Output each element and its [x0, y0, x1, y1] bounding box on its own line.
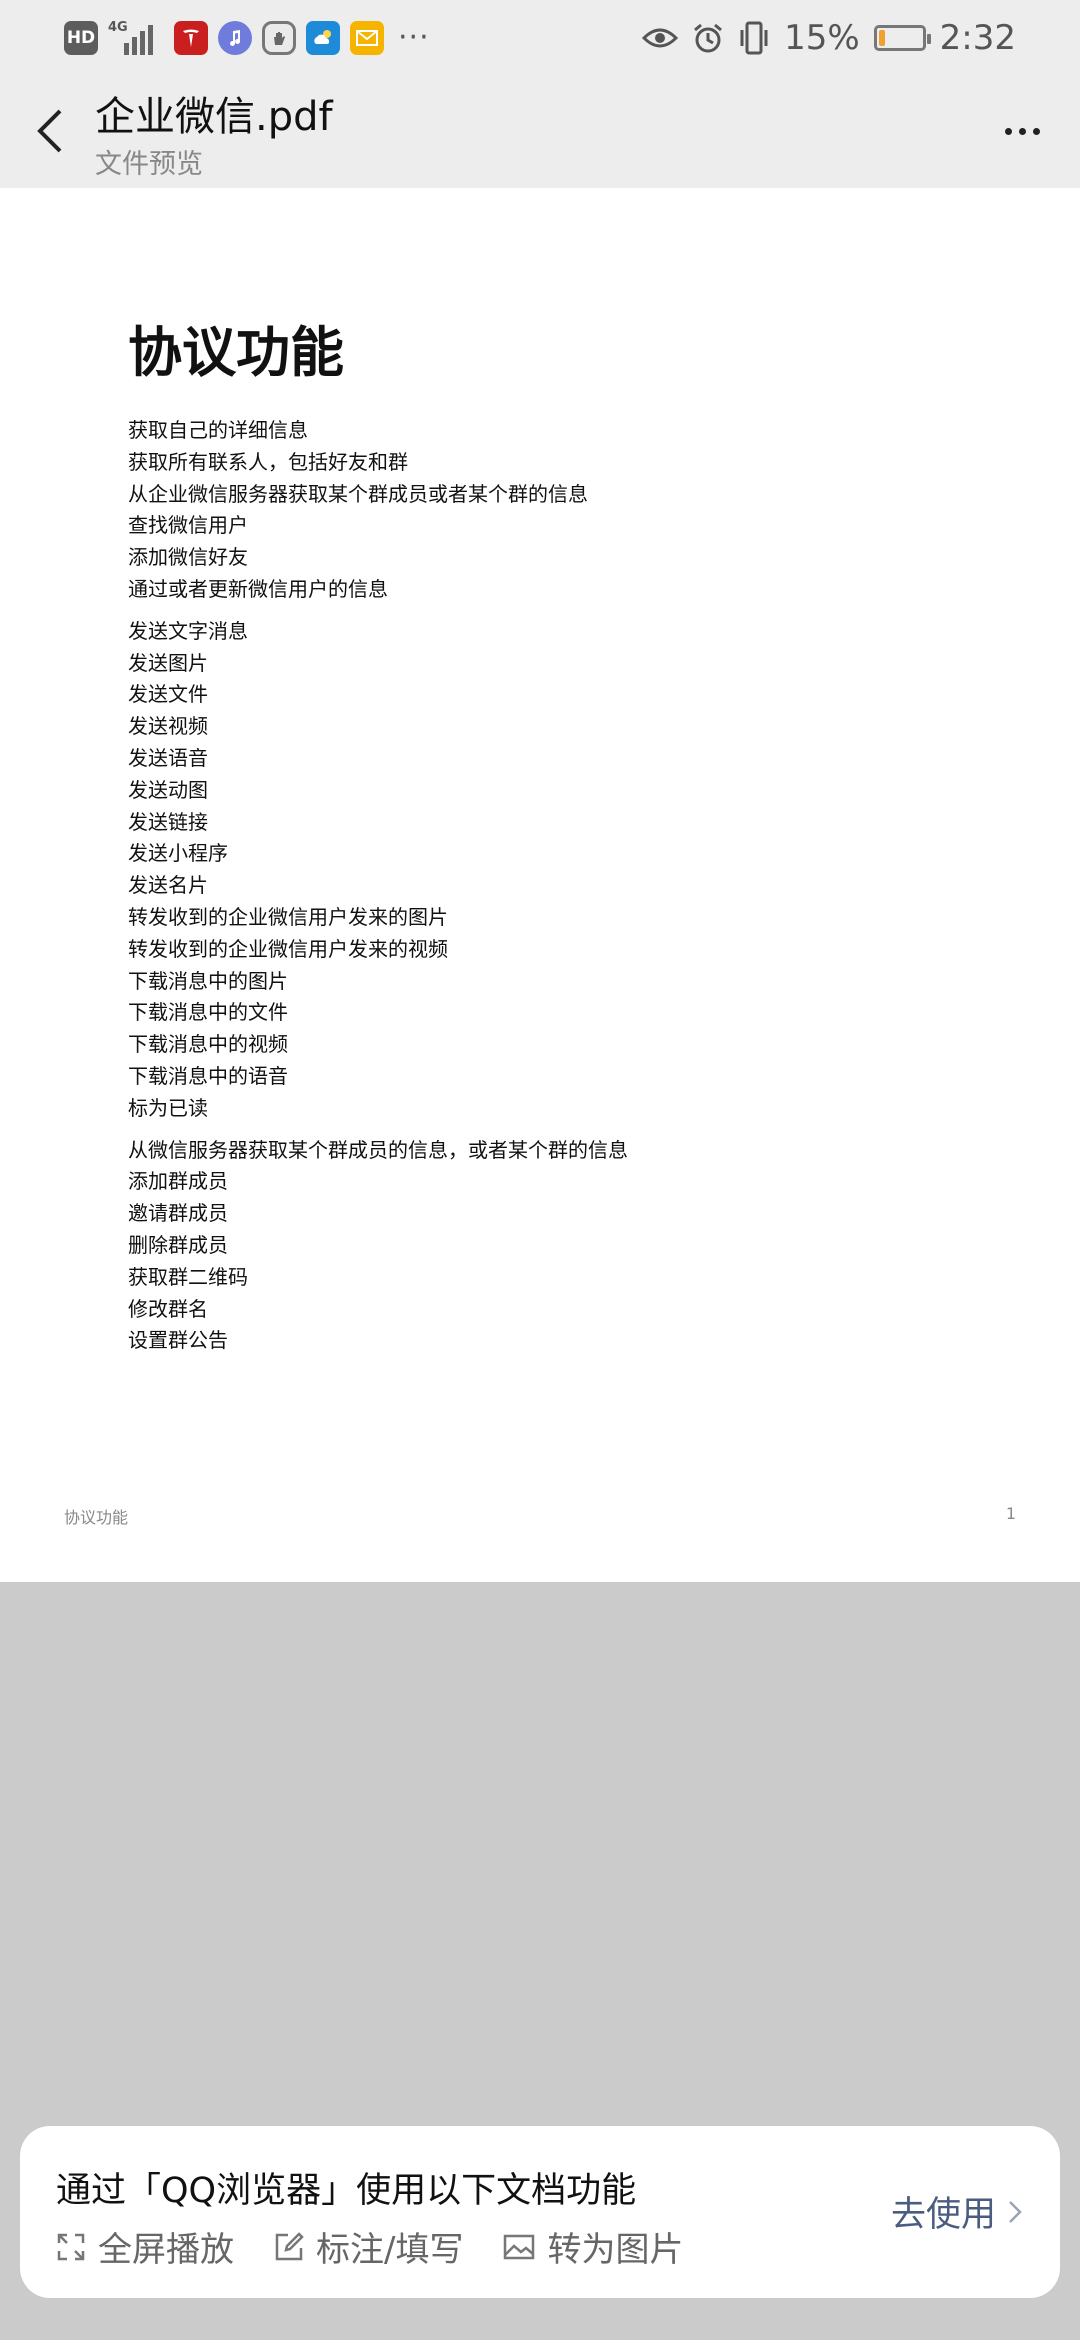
- document-section: 发送文字消息 发送图片发送文件发送视频发送语音发送动图发送链接发送小程序发送名片转…: [128, 616, 1028, 1125]
- document-line: 下载消息中的语音: [128, 1063, 288, 1088]
- document-line: 标为已读: [128, 1095, 208, 1120]
- annotate-action[interactable]: 标注/填写: [274, 2222, 463, 2271]
- hand-app-icon: [262, 21, 296, 55]
- clock: 2:32: [939, 18, 1016, 58]
- status-bar-notifications: HD 4G ···: [64, 18, 430, 58]
- battery-percent: 15%: [784, 18, 860, 58]
- document-line: 下载消息中的文件: [128, 1000, 288, 1025]
- document-line: 发送图片: [128, 650, 208, 675]
- network-type-label: 4G: [108, 20, 128, 35]
- document-line: 发送动图: [128, 777, 208, 802]
- document-body: 获取自己的详细信息获取所有联系人，包括好友和群从企业微信服务器获取某个群成员或者…: [128, 415, 1028, 1367]
- document-line: 查找微信用户: [128, 513, 248, 538]
- page-subtitle: 文件预览: [95, 149, 203, 180]
- document-line: 获取所有联系人，包括好友和群: [128, 449, 408, 474]
- edit-icon: [275, 2231, 304, 2260]
- fullscreen-icon: [57, 2233, 85, 2260]
- document-line: 获取群二维码: [128, 1264, 248, 1289]
- document-section: 获取自己的详细信息获取所有联系人，包括好友和群从企业微信服务器获取某个群成员或者…: [128, 415, 1028, 606]
- go-use-button[interactable]: 去使用: [891, 2186, 1022, 2237]
- document-line: 发送链接: [128, 809, 208, 834]
- fullscreen-action[interactable]: 全屏播放: [56, 2222, 234, 2271]
- document-line: 添加微信好友: [128, 545, 248, 570]
- document-line: 通过或者更新微信用户的信息: [128, 576, 388, 601]
- go-use-label: 去使用: [890, 2195, 996, 2235]
- document-line: 发送文件: [128, 682, 208, 707]
- more-options-button[interactable]: [992, 106, 1052, 156]
- document-line: 发送语音: [128, 745, 208, 770]
- document-line: 邀请群成员: [128, 1201, 228, 1226]
- weather-app-icon: [306, 21, 340, 55]
- document-line: 下载消息中的图片: [128, 968, 288, 993]
- chevron-right-icon: [1009, 2200, 1022, 2223]
- promo-title: 通过「QQ浏览器」使用以下文档功能: [56, 2171, 637, 2211]
- annotate-label: 标注/填写: [316, 2230, 464, 2270]
- document-heading: 协议功能: [128, 321, 344, 384]
- tesla-app-icon: [174, 21, 208, 55]
- more-dots-icon: [1004, 127, 1012, 135]
- document-line: 设置群公告: [128, 1328, 228, 1353]
- document-line: 添加群成员: [128, 1169, 228, 1194]
- status-bar: HD 4G ··· 15% 2:32: [0, 0, 1080, 76]
- document-section: 从微信服务器获取某个群成员的信息，或者某个群的信息 添加群成员邀请群成员删除群成员…: [128, 1135, 1028, 1358]
- document-line: 发送小程序: [128, 841, 228, 866]
- pdf-page[interactable]: 协议功能 获取自己的详细信息获取所有联系人，包括好友和群从企业微信服务器获取某个…: [0, 188, 1080, 1582]
- signal-icon: 4G: [108, 21, 164, 55]
- page-title: 企业微信.pdf: [95, 94, 333, 140]
- document-line: 发送文字消息: [128, 618, 248, 643]
- battery-icon: [873, 25, 931, 51]
- image-icon: [504, 2234, 535, 2259]
- qq-browser-promo-card[interactable]: 通过「QQ浏览器」使用以下文档功能 全屏播放 标注/填写 转为图片 去使用: [20, 2126, 1060, 2298]
- to-image-action[interactable]: 转为图片: [503, 2222, 683, 2271]
- eye-icon: [642, 28, 679, 48]
- battery-fill: [878, 30, 885, 46]
- page-footer-title: 协议功能: [64, 1508, 129, 1527]
- document-line: 转发收到的企业微信用户发来的图片: [128, 904, 448, 929]
- to-image-label: 转为图片: [547, 2230, 684, 2270]
- status-bar-system: 15% 2:32: [642, 14, 1016, 62]
- mail-app-icon: [350, 21, 384, 55]
- fullscreen-label: 全屏播放: [98, 2230, 234, 2270]
- page-number: 1: [1005, 1504, 1016, 1523]
- back-button[interactable]: [20, 98, 80, 164]
- hd-icon: HD: [64, 21, 98, 55]
- document-line: 转发收到的企业微信用户发来的视频: [128, 936, 448, 961]
- document-line: 删除群成员: [128, 1232, 228, 1257]
- document-line: 获取自己的详细信息: [128, 418, 308, 442]
- document-line: 从企业微信服务器获取某个群成员或者某个群的信息: [128, 481, 588, 506]
- document-line: 修改群名: [128, 1296, 208, 1321]
- document-line: 下载消息中的视频: [128, 1032, 288, 1057]
- alarm-icon: [694, 23, 723, 53]
- document-line: 发送视频: [128, 714, 208, 739]
- music-app-icon: [218, 21, 252, 55]
- app-header: 企业微信.pdf 文件预览: [0, 76, 1080, 188]
- promo-actions: 全屏播放 标注/填写 转为图片: [56, 2222, 683, 2271]
- document-line: 从微信服务器获取某个群成员的信息，或者某个群的信息: [128, 1137, 628, 1162]
- back-arrow-icon: [37, 109, 62, 153]
- document-line: 发送名片: [128, 873, 208, 898]
- vibrate-icon: [740, 21, 768, 55]
- more-notifications-icon: ···: [398, 20, 430, 55]
